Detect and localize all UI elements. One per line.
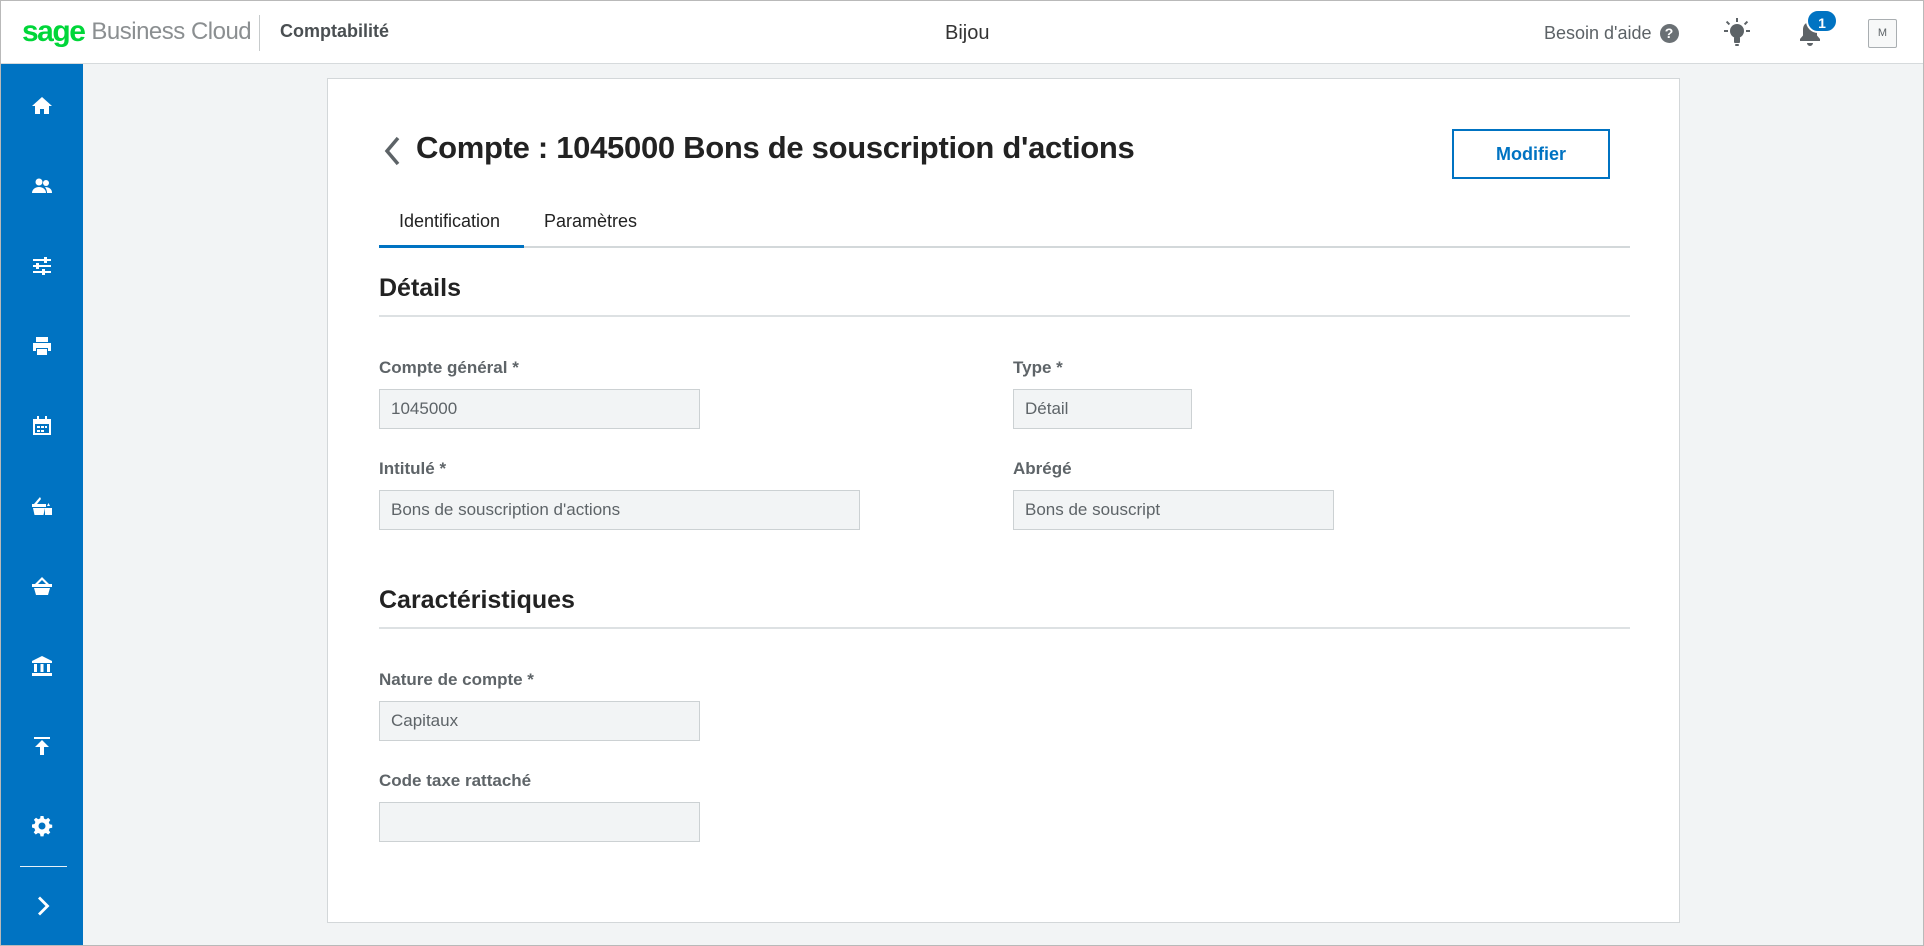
home-icon [32, 97, 52, 114]
sidebar-item-calendar[interactable] [1, 396, 83, 456]
bank-icon [32, 656, 52, 676]
top-bar: sage Business Cloud Comptabilité Bijou B… [1, 1, 1923, 64]
brand-cloud-text: Business Cloud [91, 18, 252, 45]
back-chevron-icon[interactable] [382, 135, 402, 167]
lightbulb-icon[interactable] [1724, 18, 1750, 48]
sidebar-divider [20, 866, 67, 867]
type-field[interactable]: Détail [1013, 389, 1192, 429]
sidebar-item-settings-sliders[interactable] [1, 236, 83, 296]
sidebar-item-home[interactable] [1, 76, 83, 136]
sidebar-item-purchases[interactable] [1, 556, 83, 616]
compte-general-field[interactable]: 1045000 [379, 389, 700, 429]
contacts-icon [32, 178, 52, 193]
sidebar-item-sales[interactable] [1, 476, 83, 536]
abrege-field[interactable]: Bons de souscript [1013, 490, 1334, 530]
company-name[interactable]: Bijou [945, 22, 989, 45]
sidebar-item-print[interactable] [1, 316, 83, 376]
section-title-caracteristiques: Caractéristiques [379, 586, 575, 614]
modifier-button[interactable]: Modifier [1452, 129, 1610, 179]
section-divider [379, 315, 1630, 317]
brand-sage-text: sage [22, 15, 86, 48]
code-taxe-field[interactable] [379, 802, 700, 842]
tab-parametres[interactable]: Paramètres [544, 211, 637, 232]
chevron-right-icon [38, 896, 50, 916]
intitule-field[interactable]: Bons de souscription d'actions [379, 490, 860, 530]
section-title-details: Détails [379, 274, 461, 302]
sidebar-nav [1, 64, 83, 945]
nature-compte-label: Nature de compte * [379, 670, 534, 689]
sidebar-item-bank[interactable] [1, 636, 83, 696]
brand-logo[interactable]: sage Business Cloud [22, 15, 252, 49]
sales-basket-icon [32, 497, 52, 515]
intitule-label: Intitulé * [379, 459, 447, 478]
settings-icon [32, 816, 53, 837]
sidebar-expand-button[interactable] [1, 876, 83, 936]
sliders-icon [33, 257, 51, 275]
purchases-basket-icon [32, 577, 52, 595]
section-divider [379, 627, 1630, 629]
printer-icon [33, 337, 51, 355]
sidebar-item-upload[interactable] [1, 716, 83, 776]
sidebar-item-contacts[interactable] [1, 156, 83, 216]
notification-badge[interactable]: 1 [1806, 9, 1838, 33]
compte-general-label: Compte général * [379, 358, 519, 377]
help-label: Besoin d'aide [1544, 23, 1652, 43]
active-tab-indicator [379, 245, 524, 248]
app-name[interactable]: Comptabilité [280, 21, 389, 42]
help-link[interactable]: Besoin d'aide ? [1544, 23, 1679, 44]
nature-compte-field[interactable]: Capitaux [379, 701, 700, 741]
sidebar-item-settings[interactable] [1, 796, 83, 856]
calendar-icon [33, 416, 51, 435]
upload-icon [34, 737, 50, 755]
tab-identification[interactable]: Identification [399, 211, 500, 232]
type-label: Type * [1013, 358, 1063, 377]
avatar[interactable]: M [1868, 19, 1897, 48]
tab-bar: Identification Paramètres [379, 201, 1630, 248]
page-title: Compte : 1045000 Bons de souscription d'… [416, 130, 1135, 165]
abrege-label: Abrégé [1013, 459, 1072, 478]
code-taxe-label: Code taxe rattaché [379, 771, 532, 790]
question-circle-icon: ? [1659, 24, 1679, 43]
brand-divider [259, 15, 260, 51]
